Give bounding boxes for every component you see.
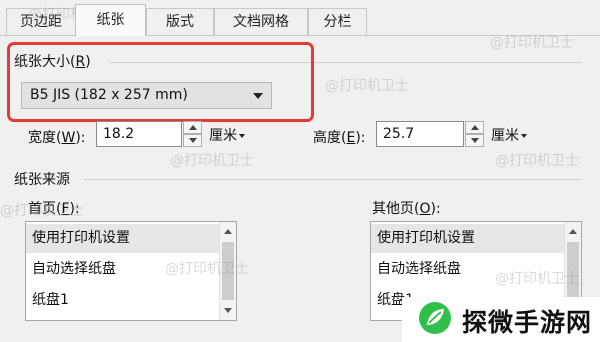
height-stepper[interactable] <box>465 121 484 147</box>
tab-bar: 页边距 纸张 版式 文档网格 分栏 <box>0 0 600 36</box>
tab-document-grid[interactable]: 文档网格 <box>214 8 308 35</box>
scroll-up-icon[interactable] <box>569 229 577 234</box>
watermark: @打印机卫士 <box>0 203 84 219</box>
caret-down-icon <box>521 134 527 138</box>
highlight-box <box>7 42 314 122</box>
width-label: 宽度(W): <box>28 130 86 146</box>
list-item-label: 自动选择纸盘 <box>377 261 461 277</box>
width-unit: 厘米 <box>209 128 237 144</box>
arrow-up-icon <box>189 125 197 130</box>
tab-columns[interactable]: 分栏 <box>308 8 367 35</box>
height-unit: 厘米 <box>491 128 519 144</box>
width-stepper[interactable] <box>183 121 202 147</box>
watermark: @打印机卫士 <box>170 153 254 169</box>
height-unit-dropdown[interactable]: 厘米 <box>491 125 527 145</box>
width-label-text: 宽度 <box>28 130 56 146</box>
height-increment-button[interactable] <box>465 121 484 134</box>
scroll-down-icon[interactable] <box>224 308 232 313</box>
list-item-label: 纸盘1 <box>32 292 69 308</box>
watermark: @打印机卫士 <box>495 153 579 169</box>
height-input[interactable]: 25.7 <box>376 121 464 147</box>
tab-label: 纸张 <box>96 12 125 28</box>
other-pages-label-text: 其他页 <box>372 201 414 217</box>
leaf-logo-icon <box>419 302 451 334</box>
height-label-text: 高度 <box>313 130 341 146</box>
site-logo: 探微手游网 <box>402 297 600 342</box>
tab-layout[interactable]: 版式 <box>146 8 214 35</box>
list-item[interactable]: 使用打印机设置 <box>26 224 219 253</box>
width-hotkey: W <box>61 130 76 146</box>
watermark: @打印机卫士 <box>490 35 574 51</box>
arrow-up-icon <box>471 125 479 130</box>
arrow-down-icon <box>471 138 479 143</box>
other-pages-label: 其他页(O): <box>372 201 441 217</box>
list-item[interactable]: 纸盘1 <box>26 286 219 315</box>
arrow-down-icon <box>189 138 197 143</box>
width-decrement-button[interactable] <box>183 134 202 147</box>
watermark: @打印机卫士 <box>325 78 409 94</box>
tab-label: 分栏 <box>323 14 352 30</box>
other-pages-hotkey: O <box>419 201 431 217</box>
logo-text: 探微手游网 <box>462 308 593 337</box>
tab-label: 文档网格 <box>233 14 289 30</box>
list-item-label: 使用打印机设置 <box>32 230 130 246</box>
watermark: @打印机卫士 <box>495 271 579 287</box>
height-value: 25.7 <box>383 126 415 142</box>
tab-paper[interactable]: 纸张 <box>75 4 146 36</box>
scroll-up-icon[interactable] <box>224 229 232 234</box>
width-unit-dropdown[interactable]: 厘米 <box>209 125 245 145</box>
list-item[interactable]: 使用打印机设置 <box>371 224 564 253</box>
paper-source-title: 纸张来源 <box>14 172 70 188</box>
watermark: @打印机卫士 <box>165 261 249 277</box>
list-item-label: 使用打印机设置 <box>377 230 475 246</box>
height-decrement-button[interactable] <box>465 134 484 147</box>
paper-source-heading: 纸张来源 <box>14 169 70 189</box>
caret-down-icon <box>239 134 245 138</box>
paper-source-rule <box>84 179 582 180</box>
width-increment-button[interactable] <box>183 121 202 134</box>
height-label: 高度(E): <box>313 130 366 146</box>
width-input[interactable]: 18.2 <box>96 121 182 147</box>
width-value: 18.2 <box>103 126 135 142</box>
list-item-label: 自动选择纸盘 <box>32 261 116 277</box>
height-hotkey: E <box>346 130 356 146</box>
tab-label: 版式 <box>166 14 194 30</box>
